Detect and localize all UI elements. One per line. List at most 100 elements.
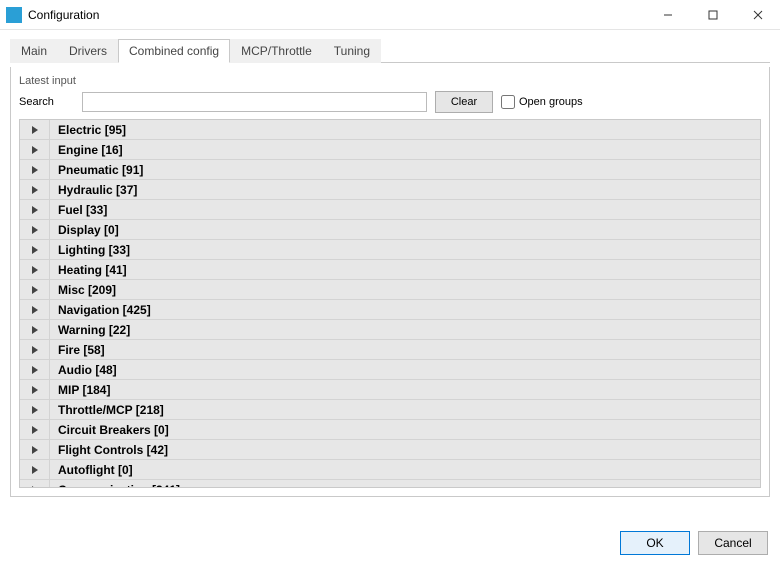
expand-toggle[interactable] [20,180,50,199]
group-label: Pneumatic [91] [50,163,143,177]
group-label: Autoflight [0] [50,463,133,477]
group-label: Communication [341] [50,483,180,489]
search-label: Search [19,96,74,108]
chevron-right-icon [32,206,38,214]
chevron-right-icon [32,386,38,394]
group-row[interactable]: Engine [16] [20,140,760,160]
group-row[interactable]: Flight Controls [42] [20,440,760,460]
clear-button[interactable]: Clear [435,91,493,113]
search-input[interactable] [82,92,427,112]
expand-toggle[interactable] [20,420,50,439]
open-groups-checkbox-wrap[interactable]: Open groups [501,95,583,109]
expand-toggle[interactable] [20,280,50,299]
group-label: Hydraulic [37] [50,183,137,197]
tab-main[interactable]: Main [10,39,58,63]
group-row[interactable]: Misc [209] [20,280,760,300]
window-controls [645,0,780,29]
expand-toggle[interactable] [20,140,50,159]
group-row[interactable]: Fire [58] [20,340,760,360]
maximize-icon [708,10,718,20]
expand-toggle[interactable] [20,480,50,488]
tab-tuning[interactable]: Tuning [323,39,381,63]
group-label: Lighting [33] [50,243,130,257]
group-label: Circuit Breakers [0] [50,423,169,437]
group-row[interactable]: Lighting [33] [20,240,760,260]
group-row[interactable]: Autoflight [0] [20,460,760,480]
chevron-right-icon [32,226,38,234]
group-label: Audio [48] [50,363,117,377]
chevron-right-icon [32,366,38,374]
group-label: Navigation [425] [50,303,151,317]
expand-toggle[interactable] [20,120,50,139]
chevron-right-icon [32,426,38,434]
group-label: Fuel [33] [50,203,107,217]
expand-toggle[interactable] [20,380,50,399]
chevron-right-icon [32,286,38,294]
group-label: Engine [16] [50,143,123,157]
titlebar: Configuration [0,0,780,30]
expand-toggle[interactable] [20,400,50,419]
close-icon [753,10,763,20]
group-row[interactable]: Warning [22] [20,320,760,340]
expand-toggle[interactable] [20,260,50,279]
open-groups-checkbox[interactable] [501,95,515,109]
minimize-button[interactable] [645,0,690,29]
group-row[interactable]: Audio [48] [20,360,760,380]
group-row[interactable]: Display [0] [20,220,760,240]
group-label: Fire [58] [50,343,105,357]
chevron-right-icon [32,166,38,174]
group-label: Warning [22] [50,323,130,337]
group-row[interactable]: Fuel [33] [20,200,760,220]
group-row[interactable]: Hydraulic [37] [20,180,760,200]
expand-toggle[interactable] [20,220,50,239]
expand-toggle[interactable] [20,460,50,479]
expand-toggle[interactable] [20,320,50,339]
tab-drivers[interactable]: Drivers [58,39,118,63]
search-row: Search Clear Open groups [19,91,761,113]
group-row[interactable]: Circuit Breakers [0] [20,420,760,440]
group-label: Flight Controls [42] [50,443,168,457]
group-label: MIP [184] [50,383,110,397]
chevron-right-icon [32,146,38,154]
groups-list[interactable]: Electric [95] Engine [16] Pneumatic [91] Hy… [19,119,761,488]
group-row[interactable]: Navigation [425] [20,300,760,320]
minimize-icon [663,10,673,20]
group-label: Display [0] [50,223,119,237]
group-row[interactable]: MIP [184] [20,380,760,400]
close-button[interactable] [735,0,780,29]
combined-config-panel: Latest input Search Clear Open groups El… [10,67,770,497]
chevron-right-icon [32,466,38,474]
chevron-right-icon [32,446,38,454]
tab-mcp-throttle[interactable]: MCP/Throttle [230,39,323,63]
ok-button[interactable]: OK [620,531,690,555]
group-row[interactable]: Communication [341] [20,480,760,488]
group-row[interactable]: Throttle/MCP [218] [20,400,760,420]
chevron-right-icon [32,266,38,274]
expand-toggle[interactable] [20,340,50,359]
window-title: Configuration [28,8,99,22]
tab-combined-config[interactable]: Combined config [118,39,230,63]
chevron-right-icon [32,246,38,254]
chevron-right-icon [32,326,38,334]
app-icon [6,7,22,23]
expand-toggle[interactable] [20,360,50,379]
chevron-right-icon [32,126,38,134]
expand-toggle[interactable] [20,440,50,459]
group-row[interactable]: Heating [41] [20,260,760,280]
expand-toggle[interactable] [20,200,50,219]
chevron-right-icon [32,406,38,414]
group-row[interactable]: Electric [95] [20,120,760,140]
group-label: Heating [41] [50,263,127,277]
expand-toggle[interactable] [20,300,50,319]
expand-toggle[interactable] [20,240,50,259]
latest-input-label: Latest input [19,75,761,87]
group-label: Misc [209] [50,283,116,297]
expand-toggle[interactable] [20,160,50,179]
group-row[interactable]: Pneumatic [91] [20,160,760,180]
chevron-right-icon [32,346,38,354]
maximize-button[interactable] [690,0,735,29]
cancel-button[interactable]: Cancel [698,531,768,555]
group-label: Throttle/MCP [218] [50,403,164,417]
open-groups-label: Open groups [519,96,583,108]
chevron-right-icon [32,486,38,489]
